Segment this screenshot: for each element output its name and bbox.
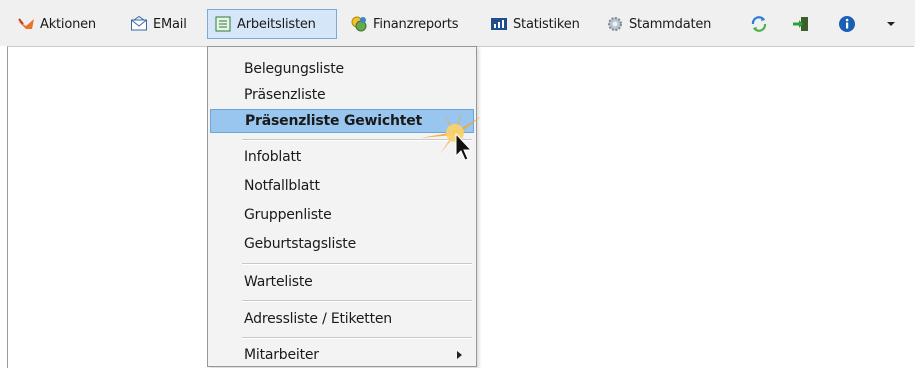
finance-icon: [350, 15, 368, 33]
email-icon: [130, 15, 148, 33]
menu-item-label: Präsenzliste: [244, 87, 326, 103]
menu-item-label: Notfallblatt: [244, 178, 320, 194]
stammdaten-button[interactable]: Stammdaten: [600, 9, 717, 39]
email-button[interactable]: EMail: [124, 9, 193, 39]
menu-item-label: Warteliste: [244, 274, 313, 290]
click-highlight-burst: [420, 110, 482, 154]
dropdown-button[interactable]: [878, 9, 904, 39]
statistiken-label: Statistiken: [513, 16, 580, 32]
mouse-cursor-icon: [420, 110, 482, 161]
info-button[interactable]: [834, 9, 860, 39]
menu-item-label: Mitarbeiter: [244, 347, 319, 363]
info-icon: [838, 15, 856, 33]
stammdaten-label: Stammdaten: [629, 16, 712, 32]
statistiken-button[interactable]: Statistiken: [484, 9, 586, 39]
menu-item-label: Belegungsliste: [244, 61, 344, 77]
dropdown-arrow-icon: [882, 15, 900, 33]
arbeitslisten-button[interactable]: Arbeitslisten: [207, 9, 337, 39]
menu-separator: [242, 263, 472, 265]
finanzreports-label: Finanzreports: [373, 16, 459, 32]
refresh-icon: [750, 15, 768, 33]
menu-item-label: Adressliste / Etiketten: [244, 311, 392, 327]
arbeitslisten-label: Arbeitslisten: [237, 16, 316, 32]
actions-icon: [17, 15, 35, 33]
menu-separator: [242, 300, 472, 302]
exit-icon: [792, 15, 810, 33]
menu-item-adressliste-etiketten[interactable]: Adressliste / Etiketten: [210, 307, 474, 331]
finanzreports-button[interactable]: Finanzreports: [344, 9, 464, 39]
menu-item-warteliste[interactable]: Warteliste: [210, 270, 474, 294]
email-label: EMail: [153, 16, 187, 32]
menu-item-notfallblatt[interactable]: Notfallblatt: [210, 174, 474, 198]
refresh-button[interactable]: [746, 9, 772, 39]
menu-separator: [242, 337, 472, 339]
menu-item-label: Präsenzliste Gewichtet: [245, 113, 423, 129]
menu-item-label: Gruppenliste: [244, 207, 332, 223]
exit-button[interactable]: [788, 9, 814, 39]
menu-item-label: Infoblatt: [244, 149, 302, 165]
menu-item-label: Geburtstagsliste: [244, 236, 356, 252]
menu-item-geburtstagsliste[interactable]: Geburtstagsliste: [210, 232, 474, 256]
arbeitslisten-menu: Belegungsliste Präsenzliste Präsenzliste…: [207, 46, 477, 367]
menu-item-gruppenliste[interactable]: Gruppenliste: [210, 203, 474, 227]
menu-item-mitarbeiter[interactable]: Mitarbeiter: [210, 343, 474, 367]
statistics-icon: [490, 15, 508, 33]
settings-gear-icon: [606, 15, 624, 33]
aktionen-button[interactable]: Aktionen: [11, 9, 102, 39]
menu-item-belegungsliste[interactable]: Belegungsliste: [210, 57, 474, 81]
aktionen-label: Aktionen: [40, 16, 96, 32]
main-toolbar: Aktionen EMail Arbeitslisten Finanzrepor…: [0, 0, 915, 46]
list-icon: [214, 15, 232, 33]
submenu-arrow-icon: [457, 351, 462, 359]
